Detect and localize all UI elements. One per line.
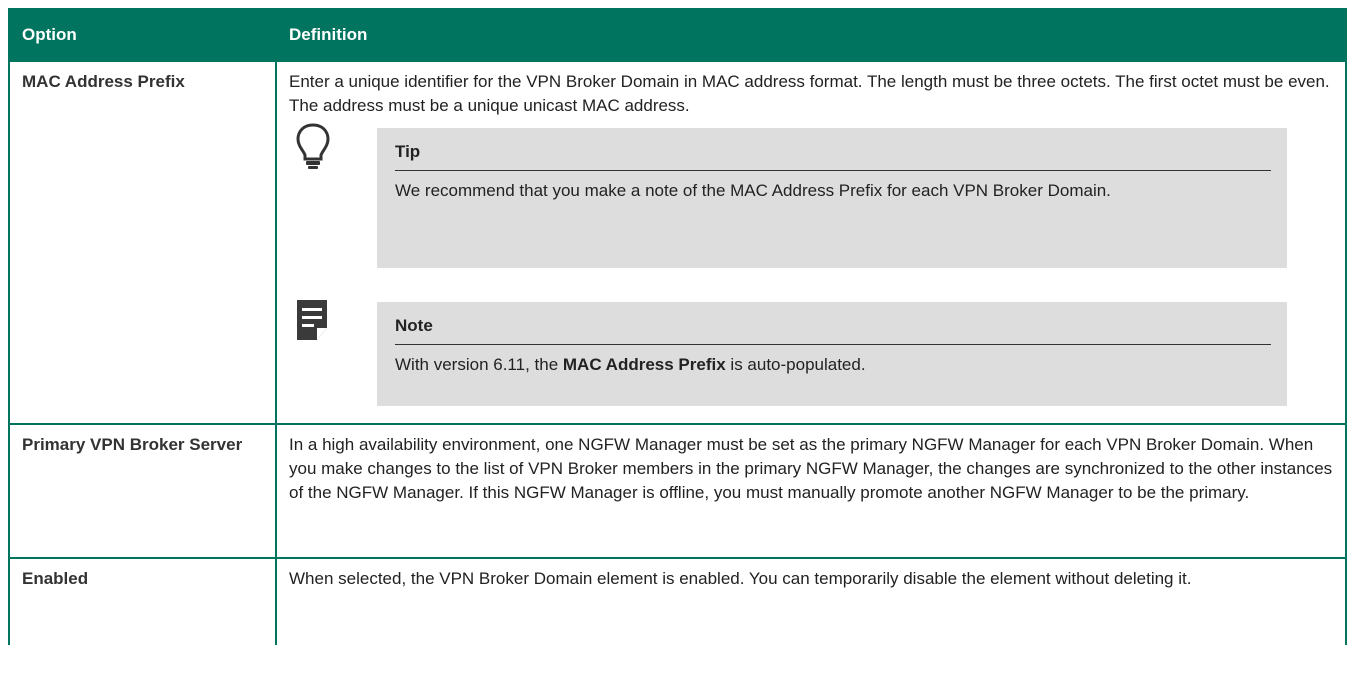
tip-title: Tip bbox=[395, 140, 1271, 171]
note-text-before: With version 6.11, the bbox=[395, 355, 563, 374]
option-definition: In a high availability environment, one … bbox=[275, 423, 1347, 559]
option-definition: Enter a unique identifier for the VPN Br… bbox=[289, 72, 1330, 115]
lightbulb-icon bbox=[293, 122, 333, 172]
tip-callout: Tip We recommend that you make a note of… bbox=[296, 123, 1287, 268]
tip-text: We recommend that you make a note of the… bbox=[395, 181, 1111, 200]
note-text: With version 6.11, the MAC Address Prefi… bbox=[395, 353, 1271, 377]
definition-column-header: Definition bbox=[275, 8, 1347, 62]
option-name: Enabled bbox=[8, 557, 277, 645]
note-callout: Note With version 6.11, the MAC Address … bbox=[297, 300, 1287, 406]
options-table-container: Option Definition MAC Address Prefix Ent… bbox=[8, 8, 1347, 645]
table-row: MAC Address Prefix Enter a unique identi… bbox=[8, 60, 1347, 425]
table-row: Enabled When selected, the VPN Broker Do… bbox=[8, 557, 1347, 645]
note-text-bold: MAC Address Prefix bbox=[562, 355, 726, 374]
options-table: Option Definition MAC Address Prefix Ent… bbox=[8, 8, 1347, 645]
option-name: Primary VPN Broker Server bbox=[8, 423, 277, 559]
option-definition: When selected, the VPN Broker Domain ele… bbox=[275, 557, 1347, 645]
option-definition-cell: Enter a unique identifier for the VPN Br… bbox=[275, 60, 1347, 425]
note-text-after: is auto-populated. bbox=[725, 355, 866, 374]
option-column-header: Option bbox=[8, 8, 277, 62]
option-name: MAC Address Prefix bbox=[8, 60, 277, 425]
table-row: Primary VPN Broker Server In a high avai… bbox=[8, 423, 1347, 559]
table-header-row: Option Definition bbox=[8, 8, 1347, 62]
note-title: Note bbox=[395, 314, 1271, 345]
note-icon bbox=[293, 296, 333, 346]
